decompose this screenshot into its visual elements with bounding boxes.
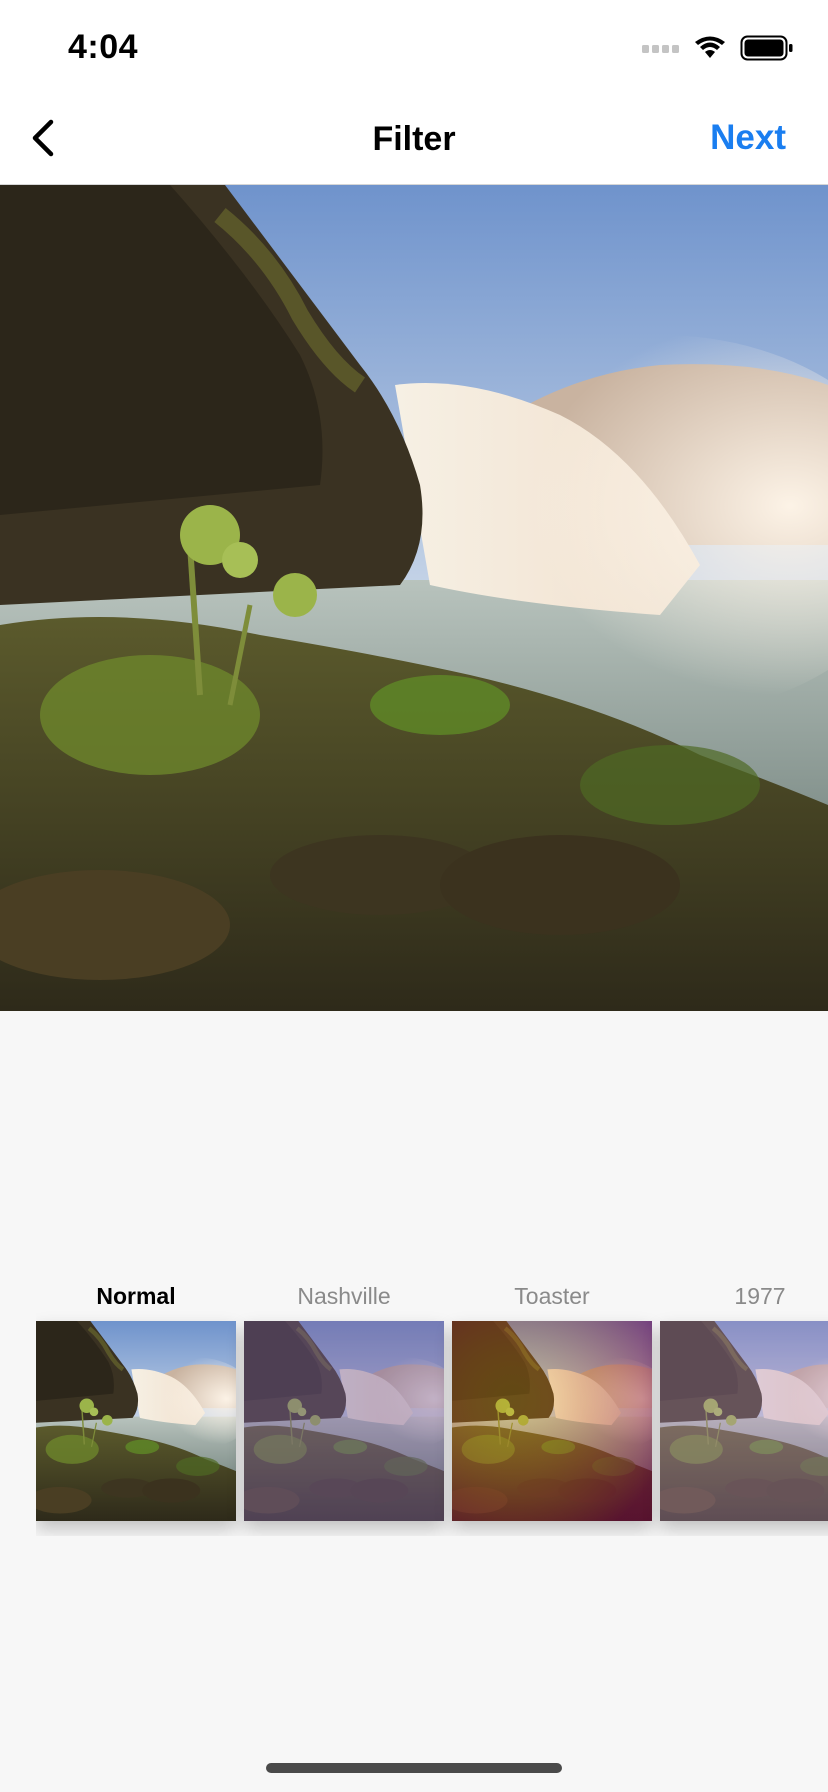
filter-label: Nashville [297, 1283, 391, 1309]
navigation-bar: Filter Next [0, 92, 828, 185]
filter-thumbnail[interactable] [36, 1321, 236, 1521]
filter-label: 1977 [734, 1283, 786, 1309]
next-button[interactable]: Next [710, 118, 786, 158]
home-indicator[interactable] [266, 1763, 562, 1773]
wifi-icon [694, 36, 726, 65]
photo-preview [0, 185, 828, 1011]
status-icons [642, 35, 794, 66]
status-bar: 4:04 [0, 0, 828, 92]
filter-toaster[interactable]: Toaster [452, 1276, 652, 1521]
filter-thumbnail[interactable] [660, 1321, 828, 1521]
filter-thumbnail[interactable] [244, 1321, 444, 1521]
filter-strip[interactable]: Normal Nashville Toaster 1977 [36, 1276, 828, 1536]
battery-icon [740, 35, 794, 66]
waterfall-landscape-photo [0, 185, 828, 1011]
filter-1977[interactable]: 1977 [660, 1276, 828, 1521]
signal-dots-icon [642, 41, 680, 59]
filter-thumbnail[interactable] [452, 1321, 652, 1521]
filter-label: Toaster [514, 1283, 590, 1309]
filter-normal[interactable]: Normal [36, 1276, 236, 1316]
page-title: Filter [372, 120, 456, 158]
status-time: 4:04 [68, 28, 139, 66]
filter-nashville[interactable]: Nashville [244, 1276, 444, 1521]
filter-label: Normal [96, 1283, 176, 1309]
